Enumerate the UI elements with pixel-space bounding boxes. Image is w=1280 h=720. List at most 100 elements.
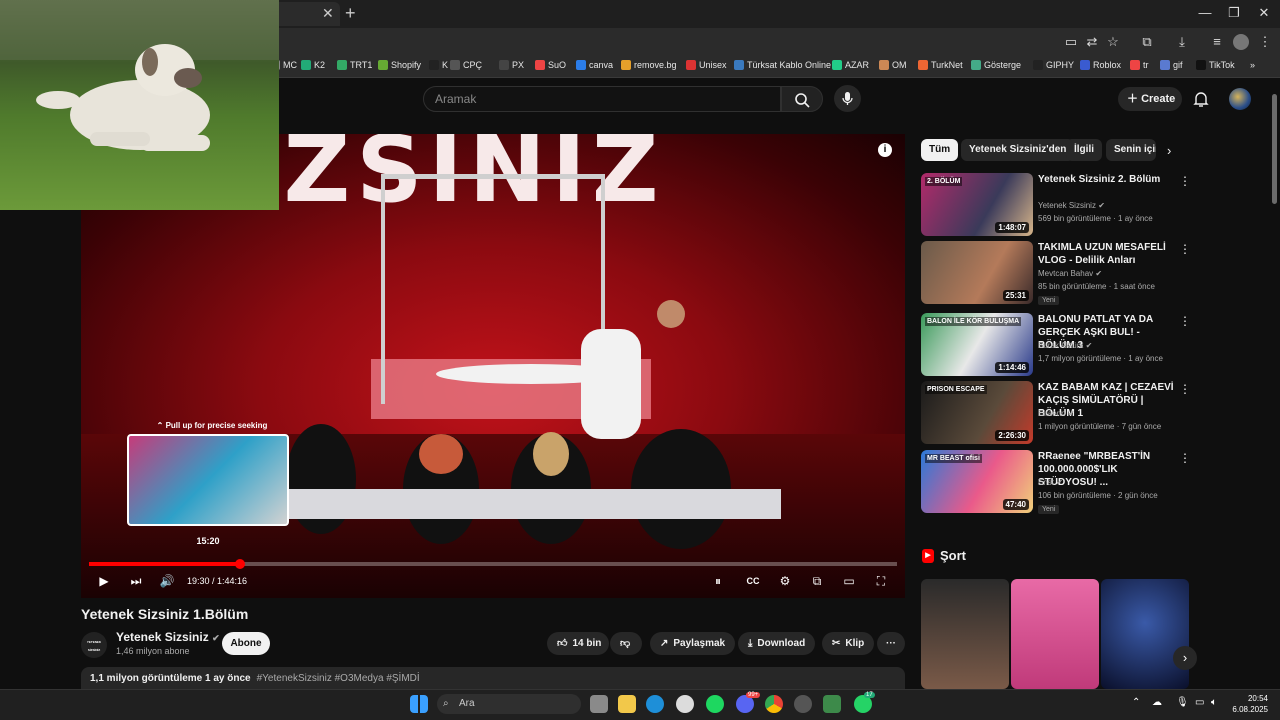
restore-icon[interactable]: ❐ (1219, 5, 1249, 21)
shorts-next-button[interactable]: › (1173, 646, 1197, 670)
bookmark-item[interactable]: TikTok (1196, 60, 1235, 70)
dislike-button[interactable]: 👎︎ (610, 632, 642, 655)
channel-name[interactable]: Yetenek Sizsiniz ✔ (1038, 201, 1105, 210)
like-button[interactable]: 👍︎ 14 bin (547, 632, 609, 655)
minimize-icon[interactable]: — (1190, 5, 1220, 20)
video-title[interactable]: TAKIMLA UZUN MESAFELİ VLOG - Delilik Anl… (1038, 241, 1176, 267)
taskbar-clock[interactable]: 20:54 6.08.2025 (1228, 693, 1268, 715)
voice-search-button[interactable] (834, 85, 861, 112)
more-actions-button[interactable]: ··· (877, 632, 905, 655)
notifications-bell-icon[interactable] (1192, 90, 1210, 108)
subtitles-icon[interactable]: CC (745, 573, 761, 589)
page-scrollbar[interactable] (1272, 94, 1277, 204)
bookmark-item[interactable]: Roblox (1080, 60, 1121, 70)
more-vertical-icon[interactable]: ⋮ (1179, 314, 1191, 328)
recommended-video[interactable]: MR BEAST ofisi 47:40 RRaenee "MRBEAST'İN 1… (921, 450, 1191, 514)
chatgpt-icon[interactable] (676, 695, 694, 713)
chip-all[interactable]: Tüm (921, 139, 959, 161)
recommended-video[interactable]: 2. BÖLÜM 1:48:07 Yetenek Sizsiniz 2. Bölüm… (921, 173, 1191, 237)
mic-tray-icon[interactable]: 🎙︎ (1176, 697, 1189, 708)
more-vertical-icon[interactable]: ⋮ (1179, 451, 1191, 465)
menu-kebab-icon[interactable]: ⋮ (1257, 34, 1273, 50)
network-icon[interactable]: ▭ (1195, 697, 1204, 708)
chip-for-you[interactable]: Senin için (1106, 139, 1156, 161)
short-thumbnail[interactable] (1101, 579, 1189, 689)
info-icon[interactable]: i (878, 143, 892, 157)
bookmark-item[interactable]: Unisex (686, 60, 727, 70)
more-vertical-icon[interactable]: ⋮ (1179, 382, 1191, 396)
video-thumbnail[interactable]: 2. BÖLÜM 1:48:07 (921, 173, 1033, 236)
bookmark-item[interactable]: GIPHY (1033, 60, 1074, 70)
fullscreen-icon[interactable]: ⛶ (873, 573, 889, 589)
profile-avatar[interactable] (1233, 34, 1249, 50)
onedrive-icon[interactable]: ☁ (1152, 697, 1162, 708)
app-icon[interactable] (823, 695, 841, 713)
share-button[interactable]: ↗ Paylaşmak (650, 632, 736, 655)
bookmark-item[interactable]: CPÇ (450, 60, 482, 70)
bookmark-item[interactable]: Shopify (378, 60, 421, 70)
extensions-icon[interactable]: ⧉ (1139, 34, 1155, 50)
media-control-icon[interactable]: ≡ (1209, 34, 1225, 50)
video-thumbnail[interactable]: MR BEAST ofisi 47:40 (921, 450, 1033, 513)
search-input[interactable]: Aramak (423, 86, 781, 112)
channel-name[interactable]: Elraenn ✔ (1038, 409, 1075, 418)
task-view-icon[interactable] (590, 695, 608, 713)
download-button[interactable]: ⤓ Download (738, 632, 816, 655)
settings-gear-icon[interactable]: ⚙ (777, 573, 793, 589)
bookmark-item[interactable]: TurkNet (918, 60, 963, 70)
video-thumbnail[interactable]: 25:31 (921, 241, 1033, 304)
bookmark-item[interactable]: AZAR (832, 60, 869, 70)
bookmark-item[interactable]: remove.bg (621, 60, 677, 70)
bookmark-item[interactable]: K2 (301, 60, 325, 70)
play-icon[interactable]: ▶ (96, 573, 112, 589)
tray-chevron-icon[interactable]: ⌃ (1132, 697, 1140, 708)
file-explorer-icon[interactable] (618, 695, 636, 713)
short-thumbnail[interactable] (1011, 579, 1099, 689)
bookmark-item[interactable]: tr (1130, 60, 1149, 70)
channel-name[interactable]: Burak Aktürk ✔ (1038, 341, 1092, 350)
next-icon[interactable]: ⏭ (128, 573, 144, 589)
miniplayer-icon[interactable]: ⧉ (809, 573, 825, 589)
translate-icon[interactable]: ⇄ (1084, 34, 1100, 50)
recommended-video[interactable]: 25:31 TAKIMLA UZUN MESAFELİ VLOG - Delili… (921, 241, 1191, 305)
theater-mode-icon[interactable]: ▭ (841, 573, 857, 589)
more-vertical-icon[interactable]: ⋮ (1179, 174, 1191, 188)
bookmark-item[interactable]: TRT1 (337, 60, 372, 70)
speaker-icon[interactable]: 🔈︎ (1211, 697, 1217, 708)
tab-close-icon[interactable]: ✕ (322, 5, 334, 22)
new-tab-icon[interactable]: + (345, 3, 356, 24)
channel-name[interactable]: Yetenek Sizsiniz ✔ (116, 630, 220, 644)
autoplay-toggle[interactable]: ⏸ (707, 573, 729, 589)
clip-button[interactable]: ✂ Klip (822, 632, 875, 655)
create-button[interactable]: ＋ Create (1118, 87, 1182, 111)
video-thumbnail[interactable]: PRISON ESCAPE 2:26:30 (921, 381, 1033, 444)
more-vertical-icon[interactable]: ⋮ (1179, 242, 1191, 256)
bookmark-item[interactable]: Türksat Kablo Online (734, 60, 831, 70)
chip-from-channel[interactable]: Yetenek Sizsiniz'den (961, 139, 1075, 161)
cast-icon[interactable]: ▭ (1063, 34, 1079, 50)
bookmark-item[interactable]: Gösterge (971, 60, 1021, 70)
subscribe-button[interactable]: Abone (222, 632, 270, 655)
edge-icon[interactable] (646, 695, 664, 713)
bookmark-item[interactable]: PX (499, 60, 524, 70)
download-icon[interactable]: ⤓ (1174, 34, 1190, 50)
chip-related[interactable]: İlgili (1066, 139, 1102, 161)
close-window-icon[interactable]: ✕ (1249, 5, 1279, 21)
search-button[interactable] (781, 86, 823, 112)
short-thumbnail[interactable] (921, 579, 1009, 689)
taskbar-search[interactable]: ⌕ Ara (437, 694, 581, 714)
video-thumbnail[interactable]: BALON İLE KÖR BULUŞMA 1:14:46 (921, 313, 1033, 376)
app-icon[interactable] (794, 695, 812, 713)
chips-next-icon[interactable]: › (1167, 143, 1171, 158)
bookmarks-overflow-icon[interactable]: » (1250, 60, 1255, 70)
bookmark-star-icon[interactable]: ☆ (1105, 34, 1121, 50)
bookmark-item[interactable]: canva (576, 60, 613, 70)
recommended-video[interactable]: BALON İLE KÖR BULUŞMA 1:14:46 BALONU PATLA… (921, 313, 1191, 377)
chrome-icon[interactable] (765, 695, 783, 713)
channel-name[interactable]: Enst ✔ (1038, 478, 1063, 487)
recommended-video[interactable]: PRISON ESCAPE 2:26:30 KAZ BABAM KAZ | CEZA… (921, 381, 1191, 445)
spotify-icon[interactable] (706, 695, 724, 713)
bookmark-item[interactable]: K (429, 60, 448, 70)
description-box[interactable]: 1,1 milyon görüntüleme 1 ay önce #Yetenek… (81, 667, 905, 689)
channel-avatar[interactable]: YETENEK SİZSİNİZ (81, 632, 107, 658)
